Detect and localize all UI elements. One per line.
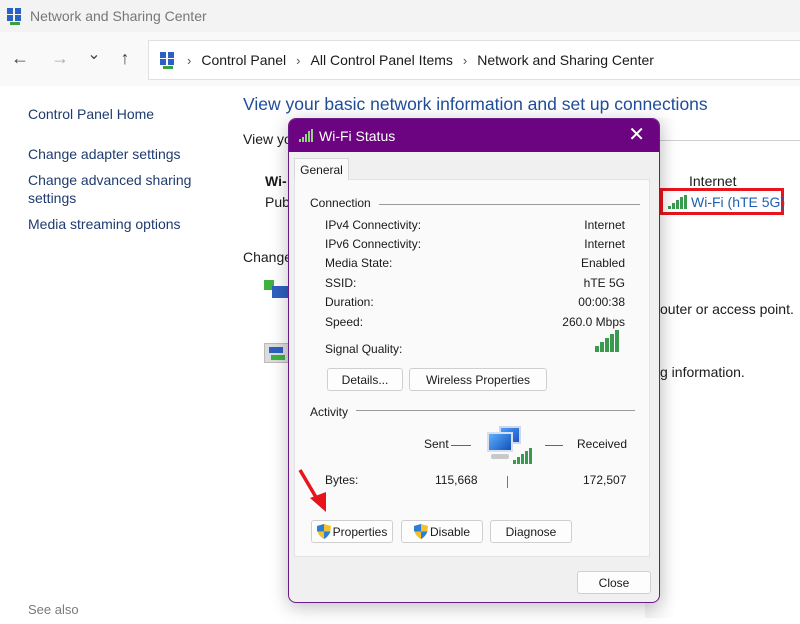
troubleshoot-icon[interactable]	[264, 343, 290, 363]
row-label: Signal Quality:	[325, 342, 402, 356]
sidebar-item-change-adapter-settings[interactable]: Change adapter settings	[28, 145, 228, 163]
diagnose-button[interactable]: Diagnose	[490, 520, 572, 543]
breadcrumb-control-panel[interactable]: Control Panel	[201, 52, 286, 68]
info-row-duration: Duration: 00:00:38	[325, 295, 625, 309]
window-title: Network and Sharing Center	[30, 8, 207, 24]
change-settings-heading: Change	[243, 249, 292, 265]
row-value: 00:00:38	[578, 295, 625, 309]
recent-locations-button[interactable]: ⌄	[82, 44, 106, 64]
info-row-ssid: SSID: hTE 5G	[325, 276, 625, 290]
forward-button[interactable]: →	[48, 48, 72, 69]
row-label: IPv4 Connectivity:	[325, 218, 421, 232]
close-button[interactable]: Close	[577, 571, 651, 594]
disable-button-label: Disable	[430, 525, 470, 539]
row-label: SSID:	[325, 276, 356, 290]
sidebar-item-control-panel-home[interactable]: Control Panel Home	[28, 105, 228, 123]
row-value: Enabled	[581, 256, 625, 270]
sidebar: Control Panel Home Change adapter settin…	[28, 105, 228, 233]
sidebar-item-media-streaming[interactable]: Media streaming options	[28, 215, 228, 233]
received-label: Received	[577, 437, 627, 451]
divider	[451, 445, 471, 446]
info-row-signal-quality: Signal Quality:	[325, 342, 625, 356]
access-type-value: Internet	[689, 173, 736, 189]
connection-group-label: Connection	[310, 196, 379, 210]
network-sharing-center-icon	[6, 7, 24, 25]
annotation-arrow-icon	[296, 468, 336, 518]
wifi-signal-icon	[299, 129, 313, 142]
disable-button[interactable]: Disable	[401, 520, 483, 543]
signal-bar	[605, 338, 609, 352]
row-value: Internet	[584, 237, 625, 251]
arrow-up-icon: ↑	[121, 48, 130, 68]
arrow-right-icon: →	[51, 48, 69, 68]
signal-bar	[615, 330, 619, 352]
network-name: Wi-	[265, 173, 287, 189]
info-row-media-state: Media State: Enabled	[325, 256, 625, 270]
breadcrumb-separator: ›	[187, 53, 191, 68]
signal-bar	[600, 342, 604, 352]
chevron-down-icon: ⌄	[87, 46, 100, 63]
sent-label: Sent	[424, 437, 449, 451]
divider	[370, 204, 640, 205]
wifi-connection-link-text[interactable]: Wi-Fi (hTE 5G)	[691, 194, 785, 210]
info-row-speed: Speed: 260.0 Mbps	[325, 315, 625, 329]
divider	[507, 476, 508, 488]
close-icon[interactable]: ✕	[628, 125, 645, 145]
wifi-status-dialog: Wi-Fi Status ✕ General Connection IPv4 C…	[288, 118, 660, 603]
signal-bar	[610, 334, 614, 352]
wifi-connection-link[interactable]: Wi-Fi (hTE 5G)	[660, 188, 784, 215]
row-label: Duration:	[325, 295, 374, 309]
signal-quality-icon	[595, 330, 619, 352]
network-type: Pub	[265, 194, 290, 210]
control-panel-icon	[159, 51, 177, 69]
general-tab-panel: Connection IPv4 Connectivity: Internet I…	[294, 179, 650, 557]
page-heading: View your basic network information and …	[243, 94, 708, 115]
row-label: Speed:	[325, 315, 363, 329]
details-button[interactable]: Details...	[327, 368, 403, 391]
bytes-sent-value: 115,668	[435, 473, 478, 487]
properties-button[interactable]: Properties	[311, 520, 393, 543]
row-value: hTE 5G	[584, 276, 625, 290]
see-also-heading: See also	[28, 602, 79, 617]
row-value: Internet	[584, 218, 625, 232]
row-label: Media State:	[325, 256, 392, 270]
activity-group-label: Activity	[310, 405, 356, 419]
sidebar-item-change-advanced-sharing[interactable]: Change advanced sharing settings	[28, 171, 198, 207]
arrow-left-icon: ←	[11, 48, 29, 68]
up-button[interactable]: ↑	[113, 48, 137, 69]
properties-button-label: Properties	[333, 525, 388, 539]
tab-general[interactable]: General	[294, 158, 349, 180]
breadcrumb-separator: ›	[296, 53, 300, 68]
dialog-title: Wi-Fi Status	[319, 128, 395, 144]
new-connection-icon[interactable]	[264, 276, 290, 302]
wireless-properties-button[interactable]: Wireless Properties	[409, 368, 547, 391]
uac-shield-icon	[414, 524, 428, 539]
uac-shield-icon	[317, 524, 331, 539]
active-networks-label: View yo	[243, 131, 292, 147]
window-titlebar: Network and Sharing Center	[0, 0, 800, 32]
navigation-bar: ← → ⌄ ↑ › Control Panel › All Control Pa…	[0, 32, 800, 86]
row-value: 260.0 Mbps	[562, 315, 625, 329]
setup-connection-desc: outer or access point.	[660, 301, 794, 317]
divider	[545, 445, 563, 446]
divider	[353, 410, 635, 411]
info-row-ipv6: IPv6 Connectivity: Internet	[325, 237, 625, 251]
back-button[interactable]: ←	[8, 48, 32, 69]
breadcrumb-all-items[interactable]: All Control Panel Items	[311, 52, 453, 68]
breadcrumb-separator: ›	[463, 53, 467, 68]
dialog-titlebar: Wi-Fi Status ✕	[289, 119, 659, 152]
row-label: IPv6 Connectivity:	[325, 237, 421, 251]
breadcrumb-network-sharing-center[interactable]: Network and Sharing Center	[477, 52, 654, 68]
address-bar[interactable]: › Control Panel › All Control Panel Item…	[148, 40, 800, 80]
info-row-ipv4: IPv4 Connectivity: Internet	[325, 218, 625, 232]
network-activity-icon	[485, 424, 535, 474]
bytes-received-value: 172,507	[583, 473, 626, 487]
signal-bar	[595, 346, 599, 352]
